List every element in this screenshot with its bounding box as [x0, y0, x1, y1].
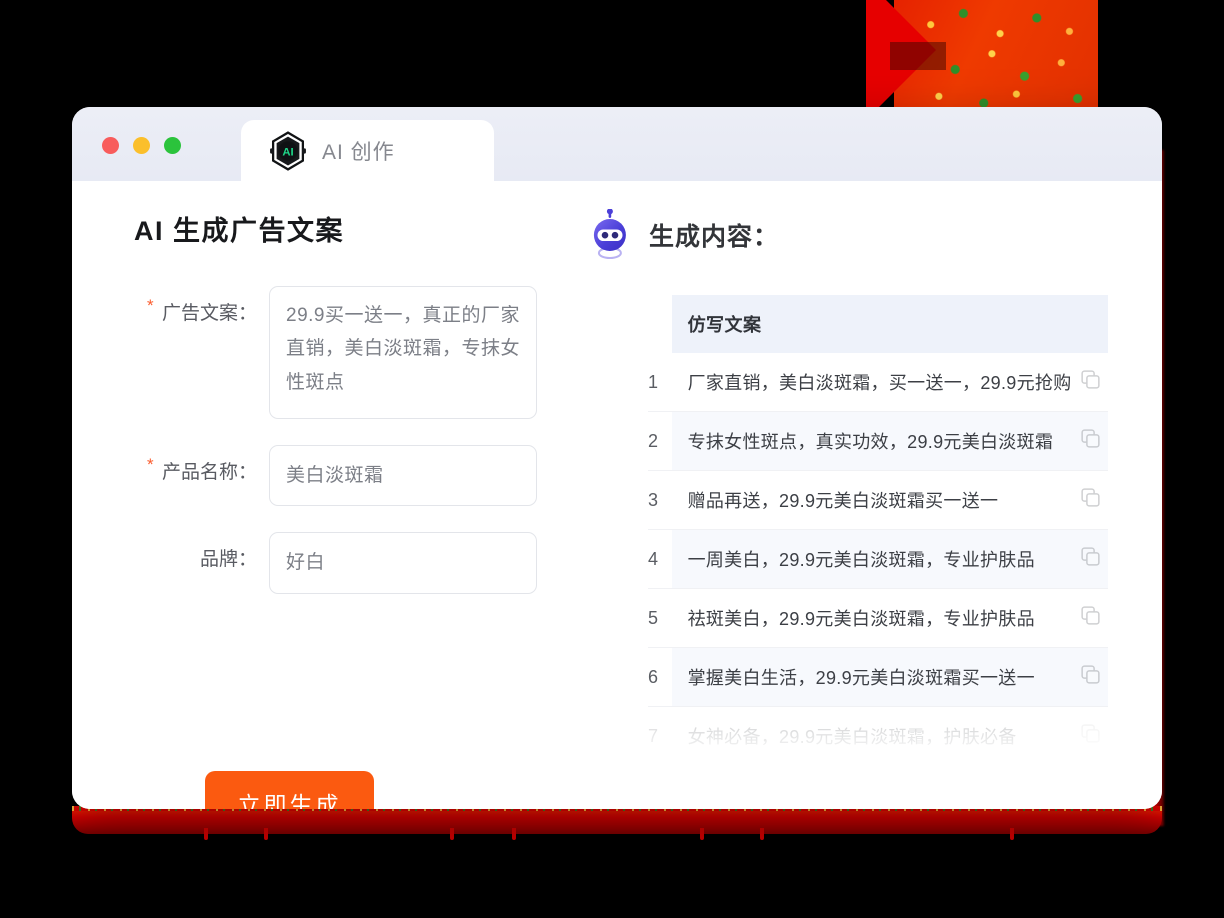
row-text: 祛斑美白，29.9元美白淡斑霜，专业护肤品	[671, 588, 1072, 648]
form-row-brand: * 品牌： 好白	[134, 532, 580, 594]
results-table-head: 仿写文案	[648, 295, 1108, 353]
row-index: 1	[648, 353, 672, 412]
table-row[interactable]: 1 厂家直销，美白淡斑霜，买一送一，29.9元抢购	[648, 353, 1108, 412]
table-header-row: 仿写文案	[648, 295, 1108, 353]
results-title: 生成内容：	[649, 223, 780, 251]
traffic-lights	[102, 137, 181, 154]
label-ad-copy-text: 广告文案：	[161, 303, 257, 324]
row-text: 女神必备，29.9元美白淡斑霜，护肤必备	[671, 706, 1072, 766]
copy-icon[interactable]	[1081, 665, 1100, 684]
product-name-input[interactable]: 美白淡斑霜	[269, 445, 537, 507]
tab-ai-creation[interactable]: AI AI 创作	[241, 120, 494, 181]
window-titlebar: AI AI 创作	[72, 107, 1162, 181]
row-index: 5	[648, 588, 672, 648]
results-header: 生成内容：	[580, 209, 1162, 261]
row-action[interactable]	[1071, 411, 1108, 471]
row-index: 6	[648, 647, 672, 707]
tab-label: AI 创作	[322, 140, 395, 164]
robot-icon	[593, 209, 626, 259]
table-row[interactable]: 5 祛斑美白，29.9元美白淡斑霜，专业护肤品	[648, 588, 1108, 648]
results-table-wrapper: 仿写文案 1 厂家直销，美白淡斑霜，买一送一，29.9元抢购 2 专抹女性斑点，…	[648, 295, 1108, 768]
card-glow-drips	[72, 828, 1162, 842]
header-copy-text: 仿写文案	[671, 295, 1072, 353]
row-text: 掌握美白生活，29.9元美白淡斑霜买一送一	[671, 647, 1072, 707]
ai-hexagon-icon: AI	[270, 130, 306, 171]
row-index: 2	[648, 411, 672, 471]
form-row-ad-copy: * 广告文案： 29.9买一送一，真正的厂家直销，美白淡斑霜，专抹女性斑点	[134, 286, 580, 419]
row-text: 赠品再送，29.9元美白淡斑霜买一送一	[671, 470, 1072, 530]
row-action[interactable]	[1071, 470, 1108, 530]
table-row[interactable]: 7 女神必备，29.9元美白淡斑霜，护肤必备	[648, 706, 1108, 766]
row-index: 4	[648, 529, 672, 589]
label-ad-copy: * 广告文案：	[134, 286, 269, 325]
results-panel: 生成内容： 仿写文案 1 厂家直销，美白淡斑霜，买一送一，29.9元抢购 2 专…	[580, 181, 1162, 809]
copy-icon[interactable]	[1081, 724, 1100, 743]
label-product-name-text: 产品名称：	[161, 462, 257, 483]
copy-icon[interactable]	[1081, 429, 1100, 448]
row-action[interactable]	[1071, 353, 1108, 412]
header-action	[1071, 295, 1108, 353]
row-index: 7	[648, 706, 672, 766]
row-action[interactable]	[1071, 647, 1108, 707]
required-star-icon: *	[147, 296, 154, 315]
svg-text:AI: AI	[282, 146, 293, 158]
row-index: 3	[648, 470, 672, 530]
copy-icon[interactable]	[1081, 547, 1100, 566]
brand-input[interactable]: 好白	[269, 532, 537, 594]
maximize-button[interactable]	[164, 137, 181, 154]
app-window: AI AI 创作 AI 生成广告文案 * 广告文案： 29.9买一送一，真正的厂…	[72, 107, 1162, 809]
row-action[interactable]	[1071, 706, 1108, 766]
results-table: 仿写文案 1 厂家直销，美白淡斑霜，买一送一，29.9元抢购 2 专抹女性斑点，…	[648, 295, 1108, 766]
row-text: 厂家直销，美白淡斑霜，买一送一，29.9元抢购	[671, 353, 1072, 412]
screenshot-root: AI AI 创作 AI 生成广告文案 * 广告文案： 29.9买一送一，真正的厂…	[0, 0, 1224, 918]
table-row[interactable]: 4 一周美白，29.9元美白淡斑霜，专业护肤品	[648, 529, 1108, 589]
results-table-body: 1 厂家直销，美白淡斑霜，买一送一，29.9元抢购 2 专抹女性斑点，真实功效，…	[648, 353, 1108, 766]
ad-copy-textarea[interactable]: 29.9买一送一，真正的厂家直销，美白淡斑霜，专抹女性斑点	[269, 286, 537, 419]
generate-button[interactable]: 立即生成	[205, 771, 374, 809]
page-title: AI 生成广告文案	[134, 216, 345, 246]
form-panel: AI 生成广告文案 * 广告文案： 29.9买一送一，真正的厂家直销，美白淡斑霜…	[72, 181, 580, 809]
copy-icon[interactable]	[1081, 606, 1100, 625]
close-button[interactable]	[102, 137, 119, 154]
window-body: AI 生成广告文案 * 广告文案： 29.9买一送一，真正的厂家直销，美白淡斑霜…	[72, 181, 1162, 809]
table-row[interactable]: 3 赠品再送，29.9元美白淡斑霜买一送一	[648, 470, 1108, 530]
decorative-notch	[890, 42, 946, 70]
row-action[interactable]	[1071, 588, 1108, 648]
decorative-texture	[866, 0, 1098, 112]
minimize-button[interactable]	[133, 137, 150, 154]
table-row[interactable]: 2 专抹女性斑点，真实功效，29.9元美白淡斑霜	[648, 411, 1108, 471]
header-index	[648, 295, 672, 353]
table-row[interactable]: 6 掌握美白生活，29.9元美白淡斑霜买一送一	[648, 647, 1108, 707]
required-star-icon: *	[147, 455, 154, 474]
copy-icon[interactable]	[1081, 488, 1100, 507]
label-brand: * 品牌：	[134, 532, 269, 571]
row-text: 专抹女性斑点，真实功效，29.9元美白淡斑霜	[671, 411, 1072, 471]
label-product-name: * 产品名称：	[134, 445, 269, 484]
label-brand-text: 品牌：	[199, 549, 257, 571]
row-action[interactable]	[1071, 529, 1108, 589]
row-text: 一周美白，29.9元美白淡斑霜，专业护肤品	[671, 529, 1072, 589]
copy-icon[interactable]	[1081, 370, 1100, 389]
form-row-product-name: * 产品名称： 美白淡斑霜	[134, 445, 580, 507]
